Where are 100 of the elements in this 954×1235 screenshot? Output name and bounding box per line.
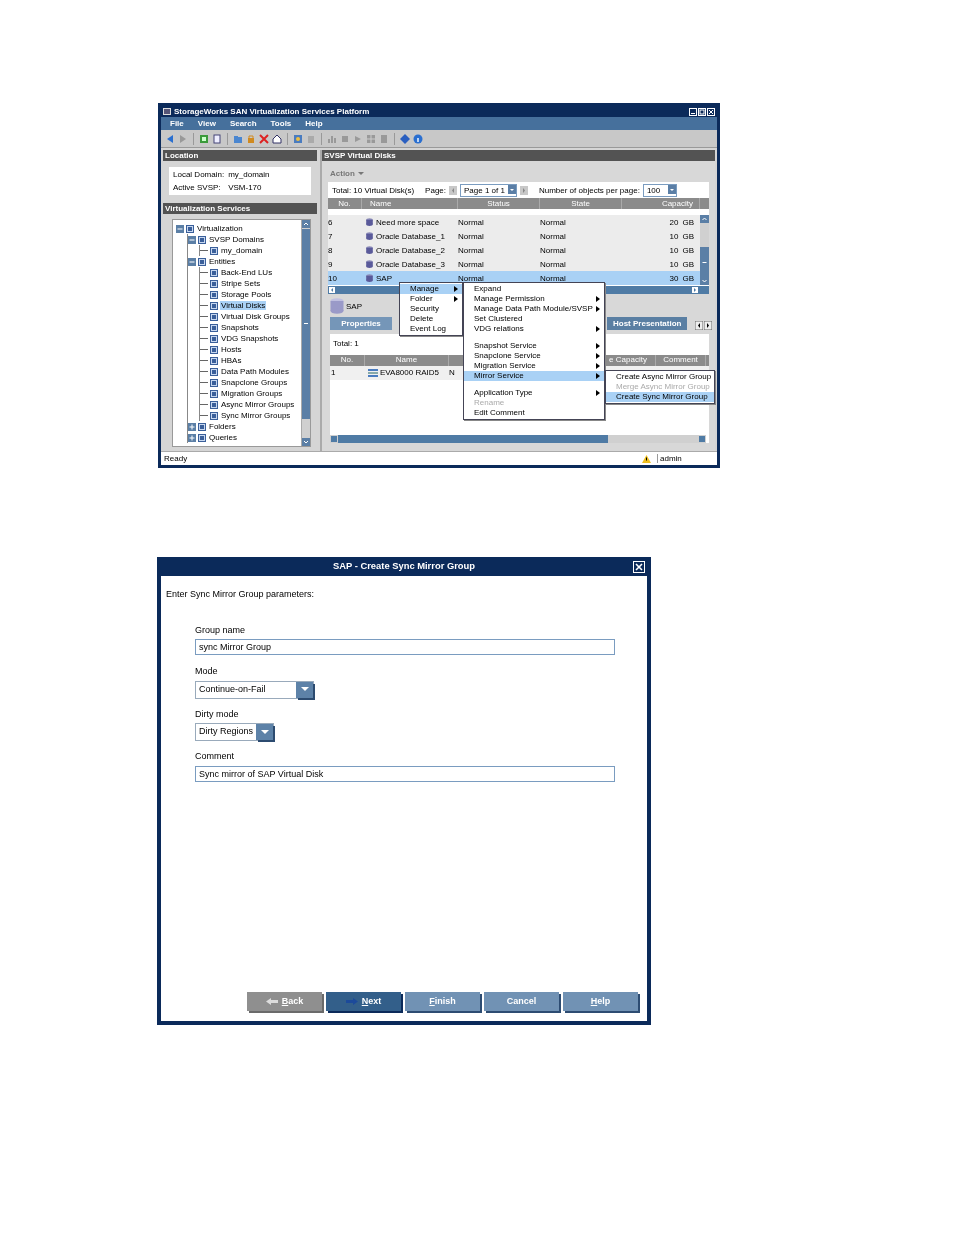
house-icon[interactable] — [272, 133, 282, 144]
table-row[interactable]: 9 Oracle Database_3 Normal Normal 10 GB — [328, 257, 700, 272]
select-value: 100 — [645, 184, 662, 196]
tree-item[interactable]: Snapshots — [220, 323, 260, 333]
menu-item[interactable]: Security — [400, 304, 462, 314]
collapse-icon[interactable] — [176, 224, 184, 233]
scroll-down-icon[interactable] — [700, 277, 709, 286]
field-value: VSM-170 — [228, 183, 263, 193]
menu-item[interactable]: Tools — [265, 117, 297, 130]
table-cell: GB — [682, 231, 694, 241]
menu-item[interactable]: Manage — [400, 284, 462, 294]
menu-item[interactable]: Event Log — [400, 324, 462, 334]
tree-item[interactable]: Queries — [208, 433, 238, 443]
menu-item[interactable]: VDG relations — [464, 324, 604, 334]
menu-item[interactable]: View — [192, 117, 221, 130]
scroll-right-icon[interactable] — [704, 321, 713, 331]
tree-item[interactable]: Migration Groups — [220, 389, 284, 399]
menu-item[interactable]: Application Type — [464, 381, 604, 398]
tree-item[interactable]: Virtual Disks — [220, 301, 267, 311]
scroll-down-icon[interactable] — [302, 438, 310, 446]
next-page-icon[interactable] — [519, 185, 528, 195]
menu-item[interactable]: Search — [224, 117, 262, 130]
menu-item[interactable]: Manage Permission — [464, 294, 604, 304]
expand-icon[interactable] — [188, 433, 196, 442]
scrollbar-thumb[interactable] — [700, 247, 709, 278]
table-row[interactable]: 10 SAP Normal Normal 30 GB — [328, 271, 700, 286]
node-icon — [210, 356, 218, 365]
per-page-select[interactable]: 100 — [642, 183, 677, 197]
menu-item[interactable]: Edit Comment — [464, 408, 604, 418]
previous-page-icon[interactable] — [449, 185, 457, 195]
tree-item[interactable]: Storage Pools — [220, 290, 273, 300]
menu-item[interactable]: Delete — [400, 314, 462, 324]
tree-item[interactable]: Folders — [208, 422, 237, 432]
dropdown-icon[interactable] — [667, 184, 676, 194]
close-icon[interactable] — [707, 107, 715, 116]
table-cell-text: Normal — [540, 273, 567, 283]
table-cell: Oracle Database_2 — [376, 245, 445, 255]
menu-item[interactable]: Snapshot Service — [464, 334, 604, 351]
expand-icon[interactable] — [188, 422, 196, 431]
dropdown-icon[interactable] — [507, 184, 516, 194]
node-icon — [210, 312, 218, 321]
dropdown[interactable]: Dirty Regions — [195, 723, 275, 741]
maximize-icon[interactable] — [698, 107, 706, 116]
tree-item[interactable]: Sync Mirror Groups — [220, 411, 292, 421]
tab[interactable]: Host Presentation — [607, 317, 688, 331]
next-button[interactable]: Next — [326, 992, 401, 1011]
arrow-icon — [345, 998, 358, 1005]
input-field[interactable]: sync Mirror Group — [195, 639, 615, 655]
menu-item[interactable]: File — [165, 117, 189, 130]
tree-item[interactable]: Back-End LUs — [220, 268, 274, 278]
tree-item[interactable]: SVSP Domains — [208, 235, 265, 245]
menu-item[interactable]: Help — [300, 117, 328, 130]
table-cell: SAP — [376, 273, 392, 283]
tree-item[interactable]: Virtualization — [196, 224, 244, 234]
back-icon[interactable] — [165, 133, 175, 144]
close-icon[interactable] — [633, 561, 645, 573]
horizontal-scrollbar[interactable] — [330, 435, 706, 443]
tree-item[interactable]: Stripe Sets — [220, 279, 262, 289]
table-cell: 10 — [669, 231, 679, 241]
input-field[interactable]: Sync mirror of SAP Virtual Disk — [195, 765, 615, 782]
table-row[interactable]: 8 Oracle Database_2 Normal Normal 10 GB — [328, 243, 700, 258]
menu-item[interactable]: Mirror Service — [464, 371, 604, 381]
folder-icon[interactable] — [233, 133, 243, 144]
collapse-icon[interactable] — [188, 235, 196, 244]
scroll-up-icon[interactable] — [700, 215, 709, 224]
menu-item[interactable]: Folder — [400, 294, 462, 304]
page-select[interactable]: Page 1 of 1 — [460, 183, 517, 197]
menu-item[interactable]: Expand — [464, 284, 604, 294]
tree-item[interactable]: Virtual Disk Groups — [220, 312, 291, 322]
tree-item[interactable]: Async Mirror Groups — [220, 400, 296, 410]
table-row[interactable]: 7 Oracle Database_1 Normal Normal 10 GB — [328, 229, 700, 244]
menu-item[interactable]: Migration Service — [464, 361, 604, 371]
collapse-icon[interactable] — [188, 257, 196, 266]
dropdown[interactable]: Continue-on-Fail — [195, 680, 314, 699]
tree-item[interactable]: HBAs — [220, 356, 243, 366]
menu-item[interactable]: Snapclone Service — [464, 351, 604, 361]
scroll-left-icon[interactable] — [695, 321, 704, 331]
document-icon[interactable] — [212, 133, 222, 144]
tree-item[interactable]: Snapclone Groups — [220, 378, 289, 388]
table-row[interactable]: 6 Need more space Normal Normal 20 GB — [328, 215, 700, 230]
info-icon[interactable] — [413, 133, 423, 144]
help-icon[interactable] — [400, 133, 410, 144]
scrollbar-thumb[interactable] — [302, 229, 310, 420]
tree-item[interactable]: Entities — [208, 257, 237, 267]
menu-item[interactable]: Create Sync Mirror Group — [606, 392, 714, 402]
node-icon — [210, 334, 218, 343]
table-cell: GB — [682, 273, 694, 283]
menu-item[interactable]: Set Clustered — [464, 314, 604, 324]
tree-item[interactable]: VDG Snapshots — [220, 334, 280, 344]
menu-item[interactable]: Manage Data Path Module/SVSP — [464, 304, 604, 314]
menu-item[interactable]: Create Async Mirror Group — [606, 372, 714, 382]
tree-item[interactable]: Data Path Modules — [220, 367, 291, 377]
minimize-icon[interactable] — [689, 107, 697, 116]
scroll-up-icon[interactable] — [302, 220, 310, 229]
field-value: my_domain — [228, 170, 270, 180]
table-cell: GB — [682, 217, 694, 227]
tree-item[interactable]: Hosts — [220, 345, 243, 355]
tree-item[interactable]: my_domain — [220, 246, 264, 256]
tools-icon[interactable] — [293, 133, 303, 144]
refresh-icon[interactable] — [199, 133, 209, 144]
